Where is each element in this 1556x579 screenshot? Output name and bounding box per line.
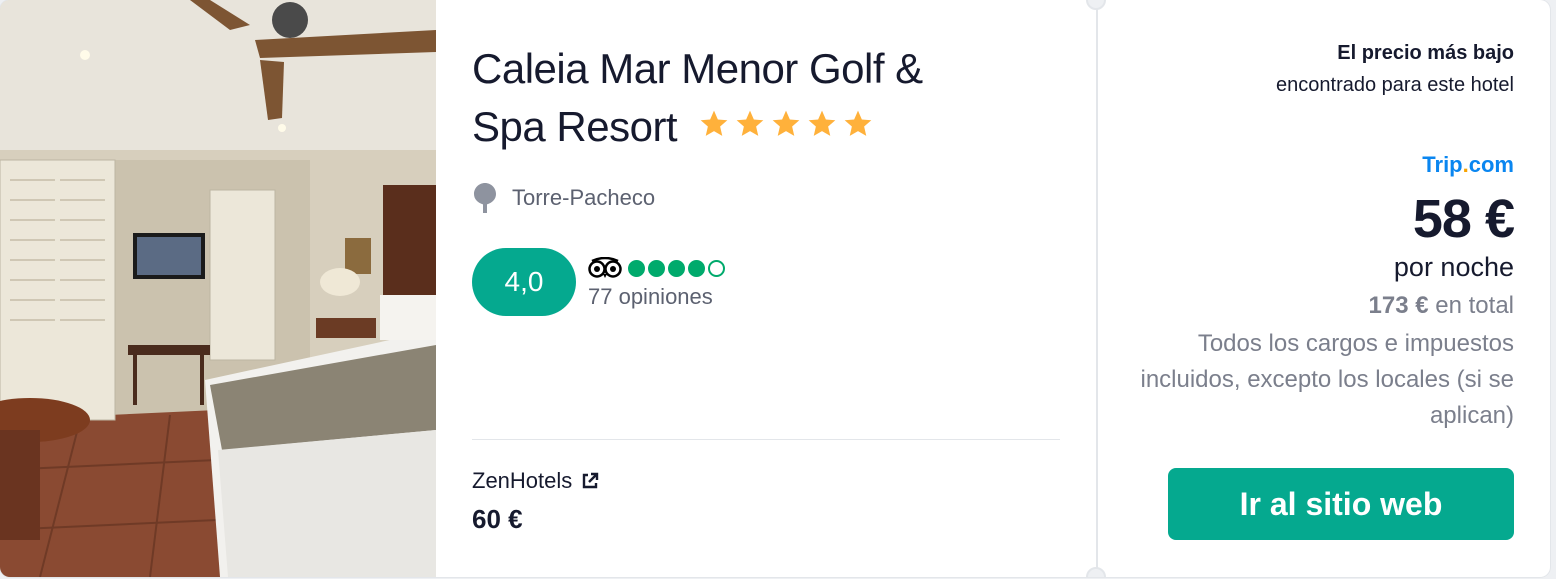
bubble-full-icon bbox=[668, 259, 685, 277]
hotel-name-line1[interactable]: Caleia Mar Menor Golf & bbox=[472, 45, 923, 92]
ticket-notch-top bbox=[1086, 0, 1106, 10]
per-night-label: por noche bbox=[1393, 252, 1514, 282]
tripadvisor-bubbles bbox=[628, 259, 725, 277]
divider bbox=[472, 439, 1060, 440]
hotel-name[interactable]: Caleia Mar Menor Golf & Spa Resort bbox=[472, 40, 1060, 159]
location-label: Torre-Pacheco bbox=[512, 185, 656, 210]
lowest-price-sublabel: encontrado para este hotel bbox=[1276, 74, 1514, 96]
star-icon bbox=[808, 110, 836, 136]
hotel-location[interactable]: Torre-Pacheco bbox=[472, 182, 655, 214]
taxes-note: Todos los cargos e impuestos incluidos, … bbox=[1140, 330, 1514, 429]
total-price: 173 € en total bbox=[1369, 292, 1514, 320]
tripadvisor-rating: 77 opiniones bbox=[588, 254, 725, 310]
hotel-photo[interactable] bbox=[0, 0, 436, 577]
alt-provider-link[interactable]: ZenHotels bbox=[472, 468, 600, 494]
hotel-result-card[interactable]: Caleia Mar Menor Golf & Spa Resort Torre… bbox=[0, 0, 1550, 577]
partner-logo[interactable]: Trip.com bbox=[1422, 152, 1514, 178]
hotel-info: Caleia Mar Menor Golf & Spa Resort Torre… bbox=[472, 0, 1060, 577]
hotel-name-line2[interactable]: Spa Resort bbox=[472, 103, 678, 150]
star-icon bbox=[772, 110, 800, 136]
star-icon bbox=[844, 110, 872, 136]
location-pin-icon bbox=[474, 183, 496, 213]
star-icon bbox=[736, 110, 764, 136]
bubble-full-icon bbox=[688, 259, 705, 277]
tripadvisor-owl-icon bbox=[588, 257, 622, 278]
review-count: 77 opiniones bbox=[588, 284, 713, 309]
rating-block: 4,0 77 opiniones bbox=[472, 248, 725, 316]
external-link-icon bbox=[583, 472, 599, 489]
partner-logo-tld: com bbox=[1468, 152, 1514, 177]
lowest-price-label: El precio más bajo bbox=[1337, 42, 1514, 64]
total-label: en total bbox=[1435, 292, 1514, 319]
bubble-empty-icon bbox=[708, 259, 725, 277]
total-amount: 173 € bbox=[1368, 292, 1429, 319]
go-to-site-button[interactable]: Ir al sitio web bbox=[1168, 468, 1514, 540]
bubble-full-icon bbox=[628, 259, 645, 277]
rating-score-badge: 4,0 bbox=[472, 248, 576, 316]
nightly-price[interactable]: 58 € bbox=[1413, 188, 1515, 250]
star-rating bbox=[698, 97, 878, 155]
ticket-notch-bottom bbox=[1086, 567, 1106, 577]
alt-provider-name[interactable]: ZenHotels bbox=[472, 468, 572, 494]
bubble-full-icon bbox=[648, 259, 665, 277]
alt-provider-price[interactable]: 60 € bbox=[472, 504, 523, 535]
card-separator bbox=[1096, 0, 1098, 577]
partner-logo-main: Trip bbox=[1422, 152, 1463, 177]
star-icon bbox=[700, 110, 728, 136]
